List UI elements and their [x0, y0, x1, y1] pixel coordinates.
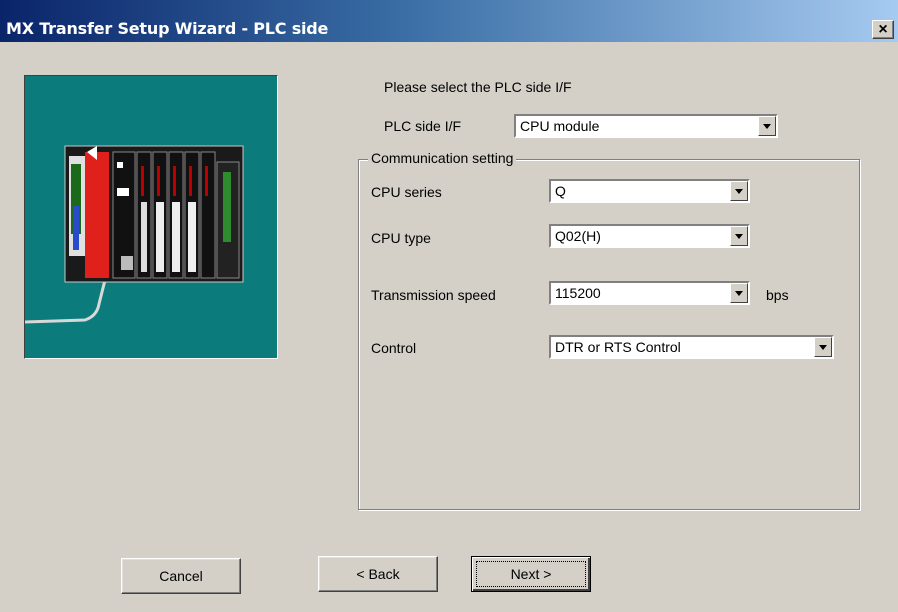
cpu-series-select[interactable]: Q — [549, 179, 750, 203]
transmission-speed-label: Transmission speed — [371, 287, 496, 303]
plc-illustration — [24, 75, 278, 359]
transmission-speed-value: 115200 — [555, 285, 601, 301]
cpu-type-label: CPU type — [371, 230, 431, 246]
next-button[interactable]: Next > — [471, 556, 591, 592]
title-bar: MX Transfer Setup Wizard - PLC side × — [0, 0, 898, 42]
focus-rect — [476, 561, 586, 587]
cpu-type-select[interactable]: Q02(H) — [549, 224, 750, 248]
cpu-series-value: Q — [555, 183, 566, 199]
dropdown-arrow-icon[interactable] — [730, 226, 748, 246]
cancel-button[interactable]: Cancel — [121, 558, 241, 594]
control-select[interactable]: DTR or RTS Control — [549, 335, 834, 359]
cpu-type-value: Q02(H) — [555, 228, 601, 244]
dropdown-arrow-icon[interactable] — [730, 283, 748, 303]
cpu-series-label: CPU series — [371, 184, 442, 200]
control-label: Control — [371, 340, 417, 356]
back-button[interactable]: < Back — [318, 556, 438, 592]
plc-side-if-label: PLC side I/F — [384, 118, 462, 134]
transmission-speed-select[interactable]: 115200 — [549, 281, 750, 305]
control-value: DTR or RTS Control — [555, 339, 681, 355]
close-button[interactable]: × — [872, 20, 894, 39]
dropdown-arrow-icon[interactable] — [758, 116, 776, 136]
window-title: MX Transfer Setup Wizard - PLC side — [6, 19, 329, 38]
instruction-text: Please select the PLC side I/F — [384, 79, 572, 95]
bps-unit-label: bps — [766, 287, 789, 303]
plc-hardware-icon — [25, 145, 244, 324]
plc-side-if-value: CPU module — [520, 118, 600, 134]
dropdown-arrow-icon[interactable] — [730, 181, 748, 201]
communication-setting-legend: Communication setting — [368, 150, 517, 166]
plc-side-if-select[interactable]: CPU module — [514, 114, 778, 138]
dropdown-arrow-icon[interactable] — [814, 337, 832, 357]
